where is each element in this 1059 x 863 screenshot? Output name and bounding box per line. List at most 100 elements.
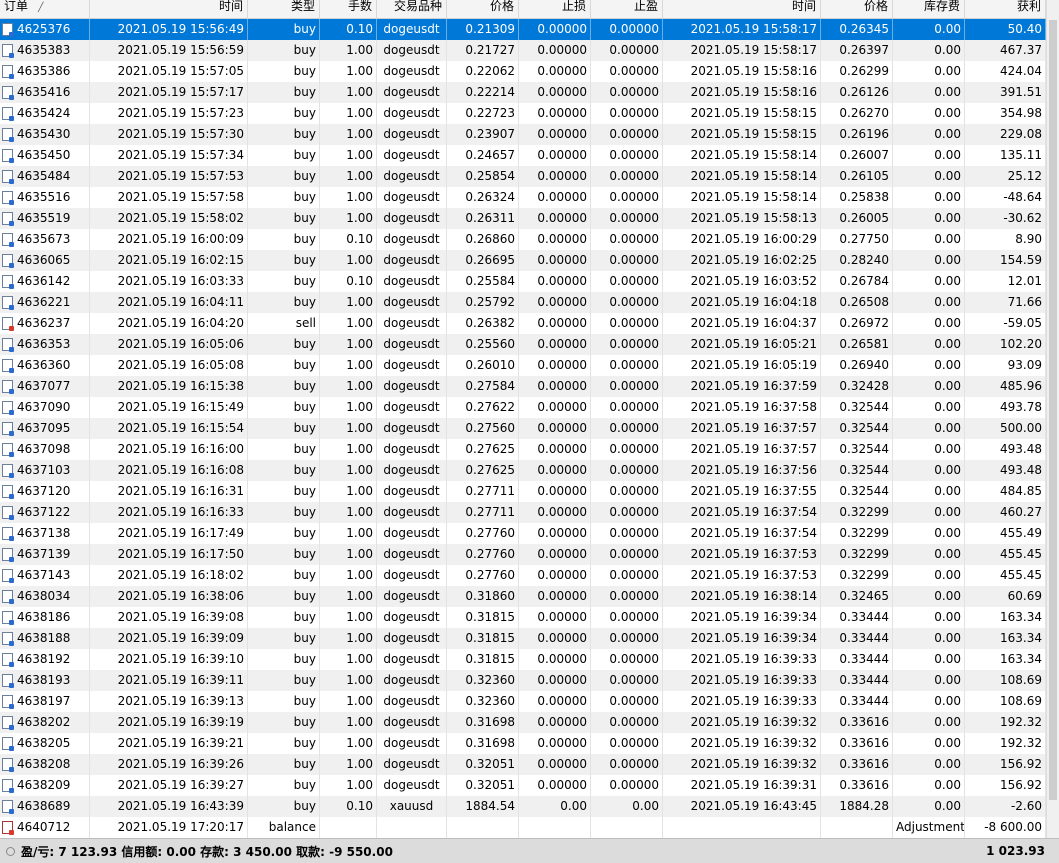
table-row[interactable]: 4638205 2021.05.19 16:39:21 buy 1.00 dogeusd… [0, 733, 1046, 754]
header-type[interactable]: 类型 [248, 0, 320, 18]
tp-cell: 0.00000 [591, 544, 663, 565]
open-price-cell: 0.31815 [447, 628, 519, 649]
table-row[interactable]: 4636221 2021.05.19 16:04:11 buy 1.00 dogeusd… [0, 292, 1046, 313]
table-row[interactable]: 4635484 2021.05.19 15:57:53 buy 1.00 dogeusd… [0, 166, 1046, 187]
header-swap[interactable]: 库存费 [893, 0, 965, 18]
table-row[interactable]: 4635519 2021.05.19 15:58:02 buy 1.00 dogeusd… [0, 208, 1046, 229]
header-order[interactable]: 订单 ╱ [0, 0, 90, 18]
tp-cell: 0.00000 [591, 418, 663, 439]
order-number: 4635484 [17, 169, 71, 183]
table-row[interactable]: 4637090 2021.05.19 16:15:49 buy 1.00 dogeusd… [0, 397, 1046, 418]
sl-cell: 0.00000 [519, 628, 591, 649]
open-time-cell: 2021.05.19 15:57:17 [90, 82, 248, 103]
type-cell: buy [248, 103, 320, 124]
profit-cell: 12.01 [965, 271, 1046, 292]
close-price-cell: 0.32544 [821, 418, 893, 439]
order-cell: 4638186 [0, 607, 90, 628]
table-row[interactable]: 4638197 2021.05.19 16:39:13 buy 1.00 dogeusd… [0, 691, 1046, 712]
symbol-cell: dogeusdt [377, 754, 447, 775]
swap-cell: 0.00 [893, 208, 965, 229]
table-row[interactable]: 4638034 2021.05.19 16:38:06 buy 1.00 dogeusd… [0, 586, 1046, 607]
close-time-cell: 2021.05.19 16:00:29 [663, 229, 821, 250]
swap-cell: 0.00 [893, 376, 965, 397]
table-row[interactable]: 4638192 2021.05.19 16:39:10 buy 1.00 dogeusd… [0, 649, 1046, 670]
table-row[interactable]: 4635450 2021.05.19 15:57:34 buy 1.00 dogeusd… [0, 145, 1046, 166]
sl-cell: 0.00000 [519, 502, 591, 523]
close-time-cell: 2021.05.19 16:43:45 [663, 796, 821, 817]
swap-cell: 0.00 [893, 355, 965, 376]
profit-cell: 192.32 [965, 712, 1046, 733]
header-profit[interactable]: 获利 [965, 0, 1046, 18]
table-row[interactable]: 4635673 2021.05.19 16:00:09 buy 0.10 dogeusd… [0, 229, 1046, 250]
table-row[interactable]: 4637120 2021.05.19 16:16:31 buy 1.00 dogeusd… [0, 481, 1046, 502]
header-close-price[interactable]: 价格 [821, 0, 893, 18]
symbol-cell: dogeusdt [377, 334, 447, 355]
swap-cell: 0.00 [893, 250, 965, 271]
table-row[interactable]: 4638202 2021.05.19 16:39:19 buy 1.00 dogeusd… [0, 712, 1046, 733]
tp-cell: 0.00000 [591, 523, 663, 544]
table-row[interactable]: 4637098 2021.05.19 16:16:00 buy 1.00 dogeusd… [0, 439, 1046, 460]
header-open-price[interactable]: 价格 [447, 0, 519, 18]
table-row[interactable]: 4635416 2021.05.19 15:57:17 buy 1.00 dogeusd… [0, 82, 1046, 103]
swap-cell: Adjustment [893, 817, 965, 838]
table-row[interactable]: 4636237 2021.05.19 16:04:20 sell 1.00 dogeus… [0, 313, 1046, 334]
close-time-cell: 2021.05.19 15:58:15 [663, 124, 821, 145]
tp-cell: 0.00000 [591, 502, 663, 523]
order-number: 4637103 [17, 463, 71, 477]
table-row[interactable]: 4637095 2021.05.19 16:15:54 buy 1.00 dogeusd… [0, 418, 1046, 439]
table-row[interactable]: 4637139 2021.05.19 16:17:50 buy 1.00 dogeusd… [0, 544, 1046, 565]
open-price-cell: 0.22062 [447, 61, 519, 82]
table-row[interactable]: 4638209 2021.05.19 16:39:27 buy 1.00 dogeusd… [0, 775, 1046, 796]
header-tp[interactable]: 止盈 [591, 0, 663, 18]
table-row[interactable]: 4636142 2021.05.19 16:03:33 buy 0.10 dogeusd… [0, 271, 1046, 292]
table-row[interactable]: 4635383 2021.05.19 15:56:59 buy 1.00 dogeusd… [0, 40, 1046, 61]
type-cell: buy [248, 187, 320, 208]
table-row[interactable]: 4638193 2021.05.19 16:39:11 buy 1.00 dogeusd… [0, 670, 1046, 691]
table-row[interactable]: 4625376 2021.05.19 15:56:49 buy 0.10 dogeusd… [0, 19, 1046, 40]
header-symbol[interactable]: 交易品种 [377, 0, 447, 18]
table-row[interactable]: 4638188 2021.05.19 16:39:09 buy 1.00 dogeusd… [0, 628, 1046, 649]
scrollbar-thumb[interactable] [1049, 20, 1057, 800]
open-price-cell: 0.27584 [447, 376, 519, 397]
table-row[interactable]: 4637143 2021.05.19 16:18:02 buy 1.00 dogeusd… [0, 565, 1046, 586]
table-row[interactable]: 4638186 2021.05.19 16:39:08 buy 1.00 dogeusd… [0, 607, 1046, 628]
close-price-cell: 0.26508 [821, 292, 893, 313]
table-row[interactable]: 4638689 2021.05.19 16:43:39 buy 0.10 xauusd 1… [0, 796, 1046, 817]
table-row[interactable]: 4635386 2021.05.19 15:57:05 buy 1.00 dogeusd… [0, 61, 1046, 82]
open-price-cell: 0.27560 [447, 418, 519, 439]
table-row[interactable]: 4638208 2021.05.19 16:39:26 buy 1.00 dogeusd… [0, 754, 1046, 775]
header-sl[interactable]: 止损 [519, 0, 591, 18]
table-row[interactable]: 4636065 2021.05.19 16:02:15 buy 1.00 dogeusd… [0, 250, 1046, 271]
table-row[interactable]: 4637138 2021.05.19 16:17:49 buy 1.00 dogeusd… [0, 523, 1046, 544]
lots-cell: 1.00 [320, 292, 377, 313]
close-price-cell: 0.26972 [821, 313, 893, 334]
table-row[interactable]: 4636360 2021.05.19 16:05:08 buy 1.00 dogeusd… [0, 355, 1046, 376]
header-close-time[interactable]: 时间 [663, 0, 821, 18]
tp-cell [591, 817, 663, 838]
table-row[interactable]: 4637122 2021.05.19 16:16:33 buy 1.00 dogeusd… [0, 502, 1046, 523]
header-lots[interactable]: 手数 [320, 0, 377, 18]
table-row[interactable]: 4635516 2021.05.19 15:57:58 buy 1.00 dogeusd… [0, 187, 1046, 208]
sl-cell: 0.00000 [519, 481, 591, 502]
close-price-cell: 1884.28 [821, 796, 893, 817]
close-price-cell: 0.26299 [821, 61, 893, 82]
sl-cell: 0.00000 [519, 187, 591, 208]
table-row[interactable]: 4637077 2021.05.19 16:15:38 buy 1.00 dogeusd… [0, 376, 1046, 397]
table-row[interactable]: 4637103 2021.05.19 16:16:08 buy 1.00 dogeusd… [0, 460, 1046, 481]
header-open-time[interactable]: 时间 [90, 0, 248, 18]
sl-cell: 0.00000 [519, 376, 591, 397]
table-row[interactable]: 4636353 2021.05.19 16:05:06 buy 1.00 dogeusd… [0, 334, 1046, 355]
open-time-cell: 2021.05.19 16:16:00 [90, 439, 248, 460]
vertical-scrollbar[interactable] [1046, 0, 1059, 838]
table-row[interactable]: 4635424 2021.05.19 15:57:23 buy 1.00 dogeusd… [0, 103, 1046, 124]
open-time-cell: 2021.05.19 15:57:23 [90, 103, 248, 124]
swap-cell: 0.00 [893, 397, 965, 418]
open-time-cell: 2021.05.19 16:39:09 [90, 628, 248, 649]
table-row[interactable]: 4635430 2021.05.19 15:57:30 buy 1.00 dogeusd… [0, 124, 1046, 145]
type-cell: buy [248, 61, 320, 82]
table-row[interactable]: 4640712 2021.05.19 17:20:17 balance Adjustm… [0, 817, 1046, 838]
symbol-cell: dogeusdt [377, 712, 447, 733]
close-time-cell: 2021.05.19 15:58:16 [663, 82, 821, 103]
open-time-cell: 2021.05.19 16:39:10 [90, 649, 248, 670]
swap-cell: 0.00 [893, 544, 965, 565]
